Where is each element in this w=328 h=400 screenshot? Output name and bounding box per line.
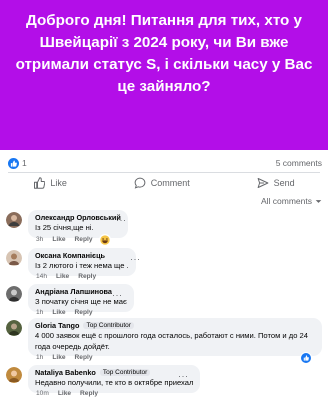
more-options-icon[interactable]: ··· <box>130 254 141 264</box>
comment-text: 4 000 заявок ещё с прошлого года осталос… <box>35 331 308 351</box>
post-stats: 1 5 comments <box>8 156 322 170</box>
like-reaction-icon <box>8 157 19 169</box>
comment-reply-link[interactable]: Reply <box>80 390 98 397</box>
post-actions: Like Comment Send <box>0 173 328 193</box>
avatar[interactable] <box>6 367 22 383</box>
comment-button[interactable]: Comment <box>134 177 190 189</box>
comment: Андріана Лапшинова З початку січня ще не… <box>6 284 322 318</box>
comment-meta: 10m Like Reply <box>36 390 98 397</box>
comment-text: Із 2 лютого і теж нема ще . <box>35 261 129 270</box>
comment-reply-link[interactable]: Reply <box>78 273 96 280</box>
reactions-count: 1 <box>22 158 27 168</box>
comment-bubble-icon <box>134 177 146 189</box>
comment: Оксана Компанієць Із 2 лютого і теж нема… <box>6 248 322 282</box>
post-text: Доброго дня! Питання для тих, хто у Швей… <box>15 12 313 95</box>
comment-sort-dropdown[interactable]: All comments <box>261 195 322 207</box>
comment-bubble: Оксана Компанієць Із 2 лютого і теж нема… <box>28 248 136 276</box>
send-button[interactable]: Send <box>257 177 295 189</box>
comment-like-link[interactable]: Like <box>56 273 69 280</box>
comment-like-link[interactable]: Like <box>52 309 65 316</box>
comment-author[interactable]: Андріана Лапшинова <box>35 287 112 296</box>
comment-time: 1h <box>36 354 44 361</box>
comment-time: 14h <box>36 273 48 280</box>
post-banner: Доброго дня! Питання для тих, хто у Швей… <box>0 0 328 150</box>
comment-meta: 1h Like Reply <box>36 309 93 316</box>
comment-meta: 1h Like Reply <box>36 354 93 361</box>
comment-reply-link[interactable]: Reply <box>75 354 93 361</box>
comment-like-link[interactable]: Like <box>52 354 65 361</box>
comment-author[interactable]: Nataliya Babenko <box>35 368 96 377</box>
avatar[interactable] <box>6 320 22 336</box>
comment-author[interactable]: Gloria Tango <box>35 321 79 330</box>
send-label: Send <box>273 178 295 188</box>
haha-reaction-icon[interactable] <box>99 234 111 246</box>
comment-like-link[interactable]: Like <box>58 390 71 397</box>
comment-bubble: Gloria Tango Top Contributor 4 000 заяво… <box>28 318 322 356</box>
comment-bubble: Олександр Орловський Із 25 січня,ще ні. <box>28 210 128 238</box>
comment: Nataliya Babenko Top Contributor Недавно… <box>6 365 322 400</box>
top-contributor-badge: Top Contributor <box>83 322 134 329</box>
comment-author[interactable]: Оксана Компанієць <box>35 251 105 260</box>
comment-time: 3h <box>36 236 44 243</box>
comment-meta: 3h Like Reply <box>36 236 93 243</box>
comments-count[interactable]: 5 comments <box>276 158 322 168</box>
comment-bubble: Nataliya Babenko Top Contributor Недавно… <box>28 365 201 393</box>
more-options-icon[interactable]: ··· <box>112 290 123 300</box>
more-options-icon[interactable]: ··· <box>178 371 189 381</box>
sort-label: All comments <box>260 196 312 206</box>
comment: Олександр Орловський Із 25 січня,ще ні. … <box>6 210 322 246</box>
comment-label: Comment <box>150 178 190 188</box>
send-icon <box>257 178 268 188</box>
avatar[interactable] <box>6 286 22 302</box>
reaction-summary[interactable]: 1 <box>8 157 27 169</box>
chevron-down-icon <box>315 199 322 203</box>
top-contributor-badge: Top Contributor <box>99 369 151 376</box>
more-options-icon[interactable]: ··· <box>116 215 127 225</box>
like-reaction-icon[interactable] <box>300 352 312 364</box>
thumbs-up-icon <box>34 177 46 189</box>
comment-reply-link[interactable]: Reply <box>75 309 93 316</box>
like-label: Like <box>50 178 67 188</box>
comment-reply-link[interactable]: Reply <box>75 236 93 243</box>
comment-time: 10m <box>36 390 49 397</box>
comment-text: Із 25 січня,ще ні. <box>35 223 94 232</box>
comment-text: Недавно получили, те кто в октябре приех… <box>35 378 194 387</box>
comment-meta: 14h Like Reply <box>36 273 96 280</box>
comment-author[interactable]: Олександр Орловський <box>35 213 121 222</box>
comment-time: 1h <box>36 309 44 316</box>
comment-like-link[interactable]: Like <box>52 236 65 243</box>
like-button[interactable]: Like <box>33 177 67 189</box>
comment: Gloria Tango Top Contributor 4 000 заяво… <box>6 318 322 364</box>
avatar[interactable] <box>6 212 22 228</box>
avatar[interactable] <box>6 250 22 266</box>
